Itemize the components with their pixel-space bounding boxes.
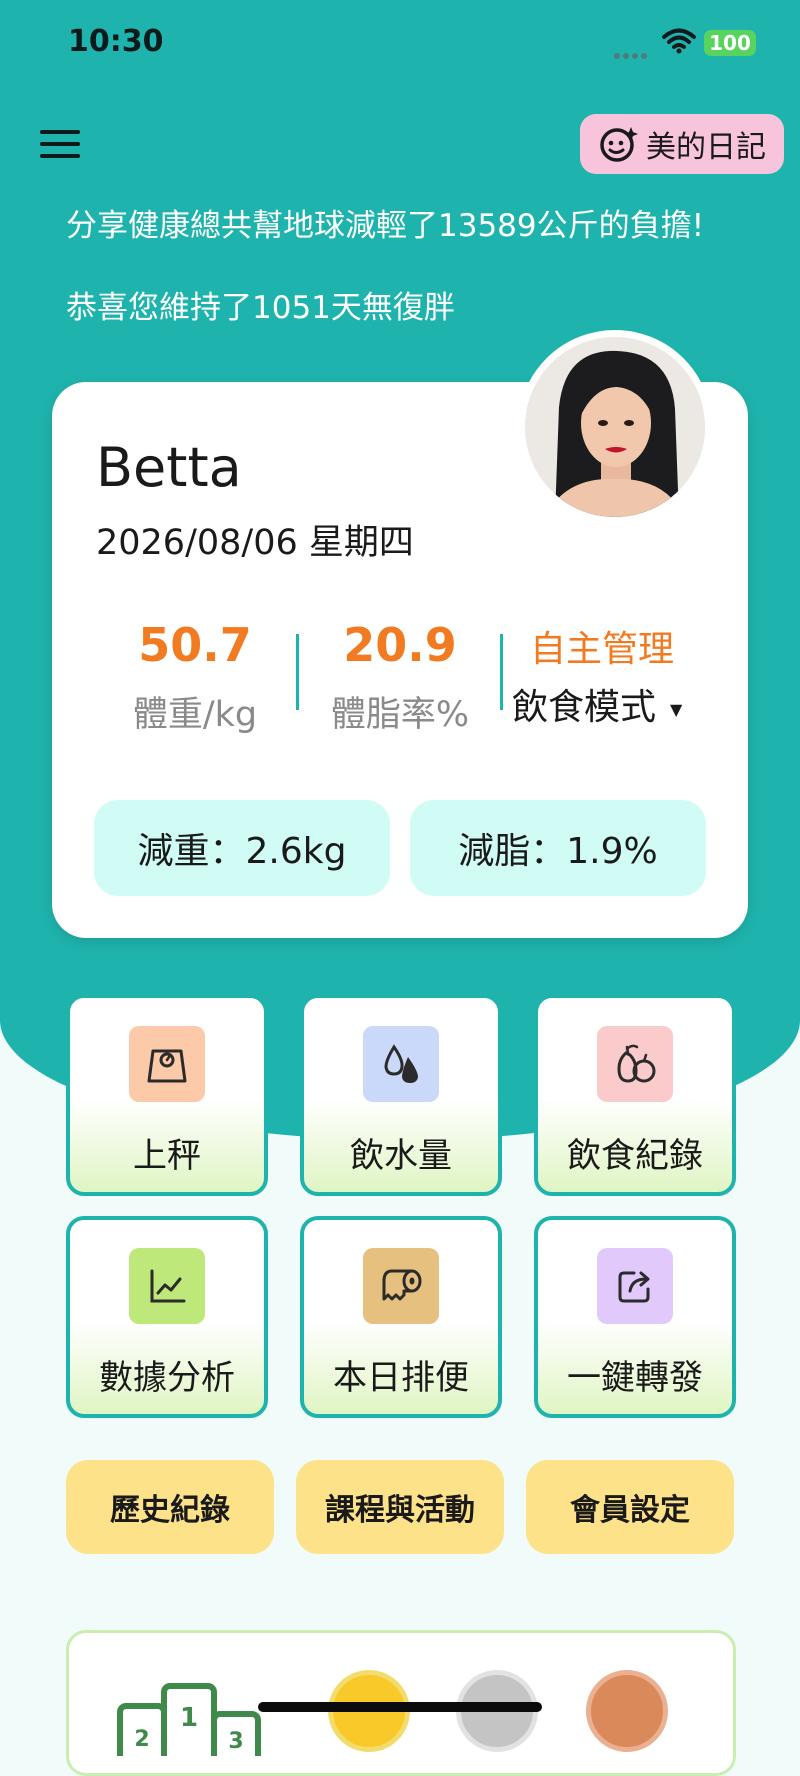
current-date: 2026/08/06 星期四 xyxy=(96,523,414,563)
scale-icon xyxy=(147,1049,187,1083)
diet-record-tile[interactable]: 飲食紀錄 xyxy=(534,994,736,1196)
diet-mode-dropdown[interactable]: 飲食模式 ▼ xyxy=(512,678,682,730)
chart-icon xyxy=(150,1269,186,1303)
bronze-medal-icon xyxy=(586,1670,668,1752)
water-icon-box xyxy=(363,1026,439,1102)
fat-loss-pill: 減脂：1.9% xyxy=(410,800,706,896)
battery-indicator: 100 xyxy=(704,30,756,56)
svg-text:2: 2 xyxy=(134,1727,149,1752)
tile-label: 本日排便 xyxy=(333,1358,469,1398)
status-time: 10:30 xyxy=(68,24,164,59)
stat-divider xyxy=(296,634,299,710)
tile-label: 上秤 xyxy=(133,1136,201,1176)
menu-button[interactable] xyxy=(36,130,84,164)
scale-icon-box xyxy=(129,1026,205,1102)
weight-loss-pill: 減重：2.6kg xyxy=(94,800,390,896)
signal-icon xyxy=(614,44,650,63)
water-intake-tile[interactable]: 飲水量 xyxy=(300,994,502,1196)
diary-label: 美的日記 xyxy=(646,130,766,165)
data-analysis-tile[interactable]: 數據分析 xyxy=(66,1216,268,1418)
tile-label: 一鍵轉發 xyxy=(567,1358,703,1398)
weight-value: 50.7 xyxy=(138,618,252,672)
avatar-photo xyxy=(525,337,705,517)
weigh-in-tile[interactable]: 上秤 xyxy=(66,994,268,1196)
home-indicator xyxy=(258,1702,542,1712)
tile-label: 飲水量 xyxy=(350,1136,452,1176)
share-icon-box xyxy=(597,1248,673,1324)
svg-text:1: 1 xyxy=(180,1703,198,1733)
toilet-paper-icon-box xyxy=(363,1248,439,1324)
tile-label: 數據分析 xyxy=(99,1358,235,1398)
body-fat-label: 體脂率% xyxy=(330,695,470,735)
stat-divider xyxy=(500,634,503,710)
management-mode-title: 自主管理 xyxy=(529,629,674,670)
svg-text:3: 3 xyxy=(228,1729,243,1754)
history-button[interactable]: 歷史紀錄 xyxy=(66,1460,274,1554)
toilet-paper-icon xyxy=(382,1269,422,1301)
share-icon xyxy=(618,1271,650,1303)
chart-icon-box xyxy=(129,1248,205,1324)
caret-down-icon: ▼ xyxy=(670,699,683,719)
fruit-icon xyxy=(617,1044,656,1083)
diet-mode-value: 飲食模式 xyxy=(512,687,657,728)
avatar[interactable] xyxy=(518,330,712,524)
wifi-icon xyxy=(662,28,696,54)
body-fat-value: 20.9 xyxy=(343,618,457,672)
tile-label: 飲食紀錄 xyxy=(567,1136,703,1176)
maintenance-streak-banner: 恭喜您維持了1051天無復胖 xyxy=(66,290,455,326)
user-name: Betta xyxy=(96,436,242,499)
beauty-diary-button[interactable]: 美的日記 xyxy=(580,114,784,174)
smiley-sparkle-icon xyxy=(600,127,638,162)
community-stat-banner: 分享健康總共幫地球減輕了13589公斤的負擔! xyxy=(66,208,705,244)
fruit-icon-box xyxy=(597,1026,673,1102)
weight-label: 體重/kg xyxy=(132,695,258,735)
bowel-movement-tile[interactable]: 本日排便 xyxy=(300,1216,502,1418)
courses-activities-button[interactable]: 課程與活動 xyxy=(296,1460,504,1554)
one-click-share-tile[interactable]: 一鍵轉發 xyxy=(534,1216,736,1418)
member-settings-button[interactable]: 會員設定 xyxy=(526,1460,734,1554)
podium-icon: 1 2 3 xyxy=(117,1683,261,1756)
water-drops-icon xyxy=(384,1044,418,1083)
